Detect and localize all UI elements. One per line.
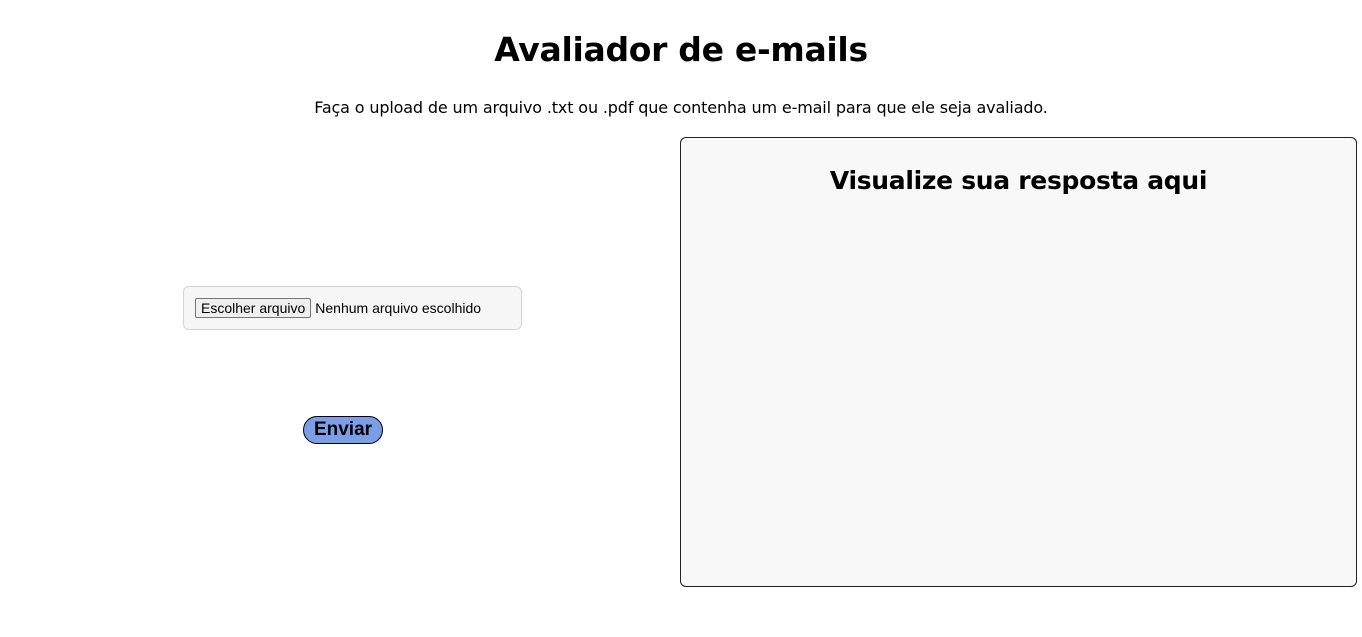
file-status-text: Nenhum arquivo escolhido (315, 300, 482, 316)
page: Avaliador de e-mails Faça o upload de um… (0, 0, 1362, 637)
choose-file-button[interactable]: Escolher arquivo (195, 298, 312, 318)
response-panel: Visualize sua resposta aqui (680, 137, 1357, 587)
submit-button[interactable]: Enviar (303, 416, 383, 444)
response-title: Visualize sua resposta aqui (829, 166, 1208, 195)
page-title: Avaliador de e-mails (494, 30, 868, 69)
page-subtitle: Faça o upload de um arquivo .txt ou .pdf… (314, 98, 1048, 117)
file-upload-box[interactable]: Escolher arquivo Nenhum arquivo escolhid… (183, 286, 522, 330)
response-content (701, 212, 1336, 566)
